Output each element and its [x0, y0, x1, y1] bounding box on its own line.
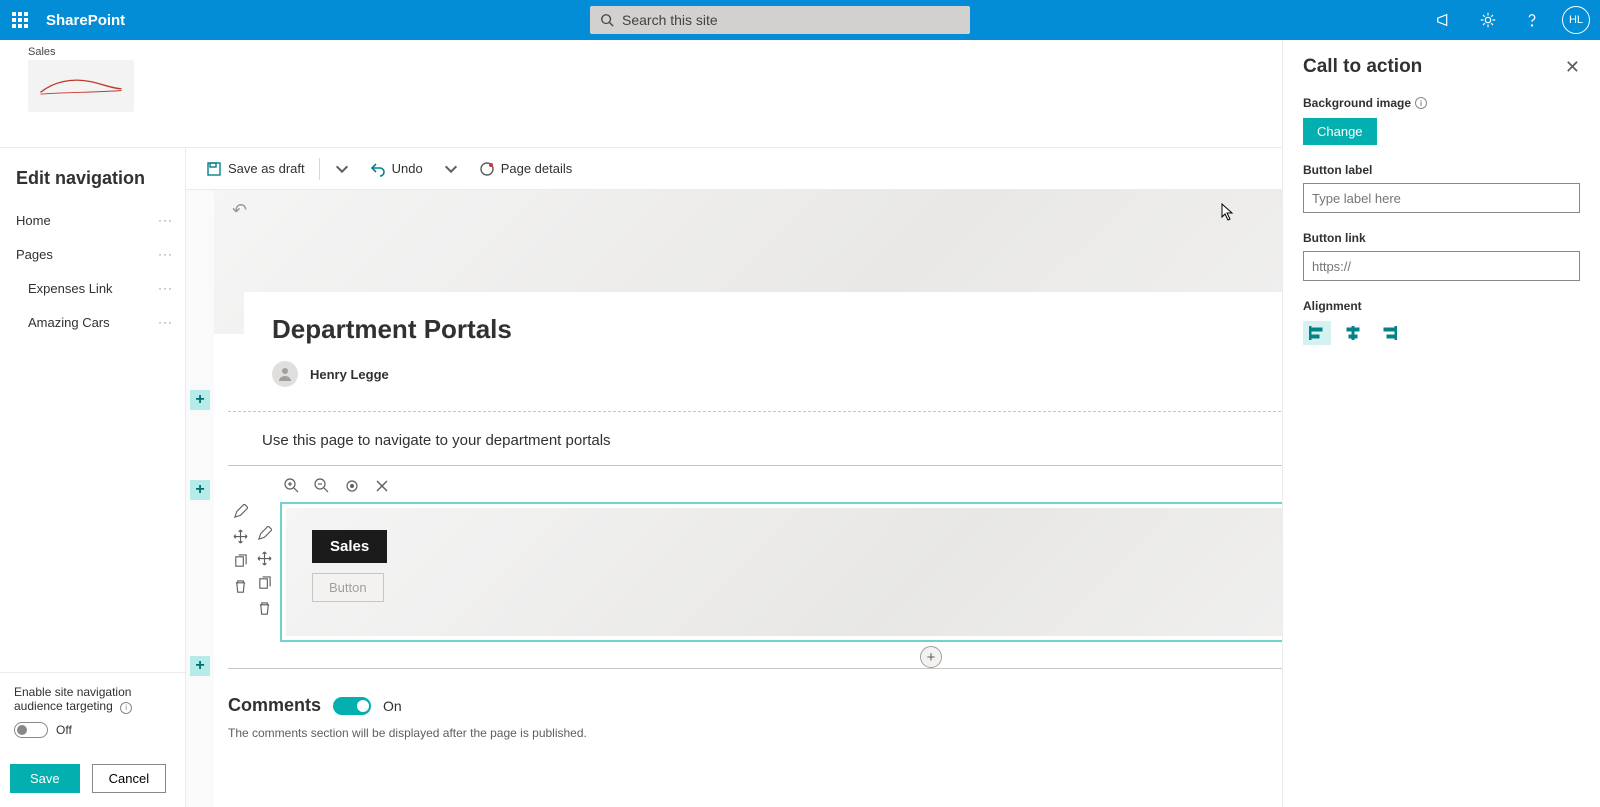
section-tools	[228, 474, 252, 668]
alignment-label: Alignment	[1303, 299, 1580, 313]
gear-icon[interactable]	[1468, 0, 1508, 40]
save-draft-chevron[interactable]	[326, 148, 358, 189]
align-center-icon[interactable]	[1339, 321, 1367, 345]
bg-image-label: Background image i	[1303, 96, 1580, 110]
edit-icon[interactable]	[257, 526, 272, 541]
copy-icon[interactable]	[233, 554, 248, 569]
zoom-in-icon[interactable]	[284, 478, 300, 494]
comments-toggle[interactable]	[333, 697, 371, 715]
delete-icon[interactable]	[257, 601, 272, 616]
align-left-icon[interactable]	[1303, 321, 1331, 345]
site-logo[interactable]	[28, 60, 134, 112]
info-icon[interactable]: i	[120, 702, 132, 714]
hero-undo-icon[interactable]: ↶	[232, 200, 247, 221]
author-name[interactable]: Henry Legge	[310, 367, 389, 382]
edit-nav-title: Edit navigation	[0, 148, 185, 203]
nav-cancel-button[interactable]: Cancel	[92, 764, 166, 793]
comments-state: On	[383, 698, 402, 714]
cta-button-placeholder[interactable]: Button	[312, 573, 384, 602]
button-link-input[interactable]	[1303, 251, 1580, 281]
zoom-out-icon[interactable]	[314, 478, 330, 494]
copy-icon[interactable]	[257, 576, 272, 591]
property-panel: Call to action ✕ Background image i Chan…	[1282, 40, 1600, 807]
suite-header: SharePoint Search this site HL	[0, 0, 1600, 40]
more-icon[interactable]: ···	[158, 315, 173, 329]
edit-navigation-panel: Edit navigation Home··· Pages··· Expense…	[0, 148, 186, 807]
edit-icon[interactable]	[233, 504, 248, 519]
more-icon[interactable]: ···	[158, 213, 173, 227]
save-draft-button[interactable]: Save as draft	[198, 148, 313, 189]
move-icon[interactable]	[257, 551, 272, 566]
nav-item-amazing-cars[interactable]: Amazing Cars···	[0, 305, 185, 339]
focal-point-icon[interactable]	[344, 478, 360, 494]
webpart-tools	[252, 474, 276, 668]
undo-chevron[interactable]	[435, 148, 467, 189]
site-name[interactable]: Sales	[28, 46, 134, 58]
page-details-button[interactable]: Page details	[471, 148, 581, 189]
nav-item-pages[interactable]: Pages···	[0, 237, 185, 271]
megaphone-icon[interactable]	[1424, 0, 1464, 40]
cta-label-text[interactable]: Sales	[312, 530, 387, 563]
delete-icon[interactable]	[233, 579, 248, 594]
add-section-icon[interactable]: +	[190, 390, 210, 410]
nav-item-expenses[interactable]: Expenses Link···	[0, 271, 185, 305]
more-icon[interactable]: ···	[158, 247, 173, 261]
align-right-icon[interactable]	[1375, 321, 1403, 345]
audience-targeting-label: Enable site navigation audience targetin…	[14, 685, 131, 713]
section-gutter: + + +	[186, 190, 214, 807]
close-icon[interactable]: ✕	[1565, 57, 1580, 78]
nav-save-button[interactable]: Save	[10, 764, 80, 793]
button-label-field-label: Button label	[1303, 163, 1580, 177]
app-name[interactable]: SharePoint	[46, 12, 125, 29]
more-icon[interactable]: ···	[158, 281, 173, 295]
change-image-button[interactable]: Change	[1303, 118, 1377, 145]
panel-title: Call to action	[1303, 56, 1422, 78]
undo-button[interactable]: Undo	[362, 148, 431, 189]
help-icon[interactable]	[1512, 0, 1552, 40]
close-icon[interactable]	[374, 478, 390, 494]
search-input[interactable]: Search this site	[590, 6, 970, 34]
move-icon[interactable]	[233, 529, 248, 544]
app-launcher-icon[interactable]	[0, 0, 40, 40]
button-link-field-label: Button link	[1303, 231, 1580, 245]
add-section-icon[interactable]: +	[190, 656, 210, 676]
button-label-input[interactable]	[1303, 183, 1580, 213]
person-icon	[272, 361, 298, 387]
nav-item-home[interactable]: Home···	[0, 203, 185, 237]
info-icon[interactable]: i	[1415, 97, 1427, 109]
audience-toggle[interactable]: Off	[14, 722, 171, 738]
comments-heading: Comments	[228, 695, 321, 716]
search-placeholder: Search this site	[622, 12, 718, 28]
user-avatar[interactable]: HL	[1562, 6, 1590, 34]
add-webpart-icon[interactable]: +	[920, 646, 942, 668]
add-section-icon[interactable]: +	[190, 480, 210, 500]
